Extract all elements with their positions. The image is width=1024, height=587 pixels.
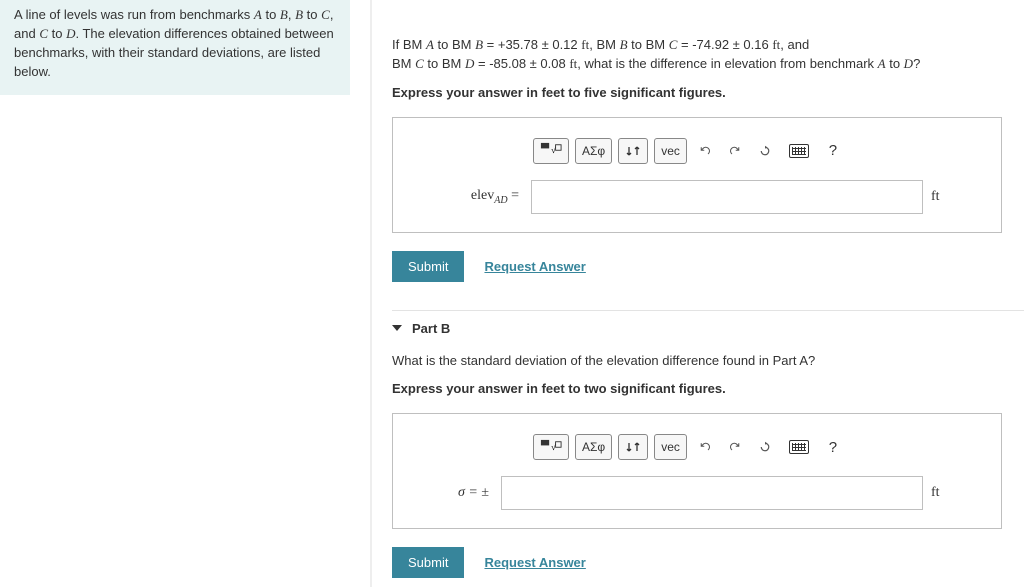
- part-b-header: Part B: [392, 310, 1024, 346]
- equation-toolbar: √ ΑΣφ vec ?: [533, 136, 961, 166]
- redo-button[interactable]: [723, 434, 747, 460]
- part-a-submit-button[interactable]: Submit: [392, 251, 464, 282]
- greek-button[interactable]: ΑΣφ: [575, 138, 612, 164]
- keyboard-icon: [789, 440, 809, 454]
- undo-button[interactable]: [693, 138, 717, 164]
- templates-button[interactable]: √: [533, 138, 569, 164]
- problem-intro-panel: A line of levels was run from benchmarks…: [0, 0, 350, 95]
- subscript-button[interactable]: [618, 434, 648, 460]
- help-button[interactable]: ?: [821, 434, 845, 460]
- part-b-answer-box: √ ΑΣφ vec ? σ = ± ft: [392, 413, 1002, 529]
- part-a-instruction: Express your answer in feet to five sign…: [392, 84, 1024, 103]
- part-a-request-answer-link[interactable]: Request Answer: [484, 259, 585, 274]
- reset-button[interactable]: [753, 434, 777, 460]
- vec-button[interactable]: vec: [654, 138, 687, 164]
- part-b-instruction: Express your answer in feet to two signi…: [392, 380, 1024, 399]
- keyboard-icon: [789, 144, 809, 158]
- part-a-submit-row: Submit Request Answer: [392, 251, 1024, 282]
- templates-button[interactable]: √: [533, 434, 569, 460]
- keyboard-button[interactable]: [783, 434, 815, 460]
- keyboard-button[interactable]: [783, 138, 815, 164]
- collapse-icon[interactable]: [392, 325, 402, 331]
- main-content: If BM A to BM B = +35.78 ± 0.12 ft, BM B…: [370, 0, 1024, 587]
- undo-button[interactable]: [693, 434, 717, 460]
- part-a-lhs: elevAD =: [433, 188, 523, 206]
- help-button[interactable]: ?: [821, 138, 845, 164]
- part-a-answer-input[interactable]: [531, 180, 923, 214]
- vec-button[interactable]: vec: [654, 434, 687, 460]
- part-b-question: What is the standard deviation of the el…: [392, 346, 1024, 400]
- part-b-unit: ft: [931, 485, 961, 501]
- part-b-answer-input[interactable]: [501, 476, 923, 510]
- part-b-title: Part B: [412, 321, 450, 336]
- part-b-submit-button[interactable]: Submit: [392, 547, 464, 578]
- part-b-lhs: σ = ±: [433, 485, 493, 501]
- intro-text: A line of levels was run from benchmarks…: [14, 7, 334, 79]
- part-a-question: If BM A to BM B = +35.78 ± 0.12 ft, BM B…: [392, 0, 1024, 103]
- redo-button[interactable]: [723, 138, 747, 164]
- greek-button[interactable]: ΑΣφ: [575, 434, 612, 460]
- part-b-request-answer-link[interactable]: Request Answer: [484, 555, 585, 570]
- equation-toolbar-b: √ ΑΣφ vec ?: [533, 432, 961, 462]
- part-b-submit-row: Submit Request Answer: [392, 547, 1024, 578]
- subscript-button[interactable]: [618, 138, 648, 164]
- reset-button[interactable]: [753, 138, 777, 164]
- part-a-unit: ft: [931, 189, 961, 205]
- part-a-answer-box: √ ΑΣφ vec ? elevAD = ft: [392, 117, 1002, 233]
